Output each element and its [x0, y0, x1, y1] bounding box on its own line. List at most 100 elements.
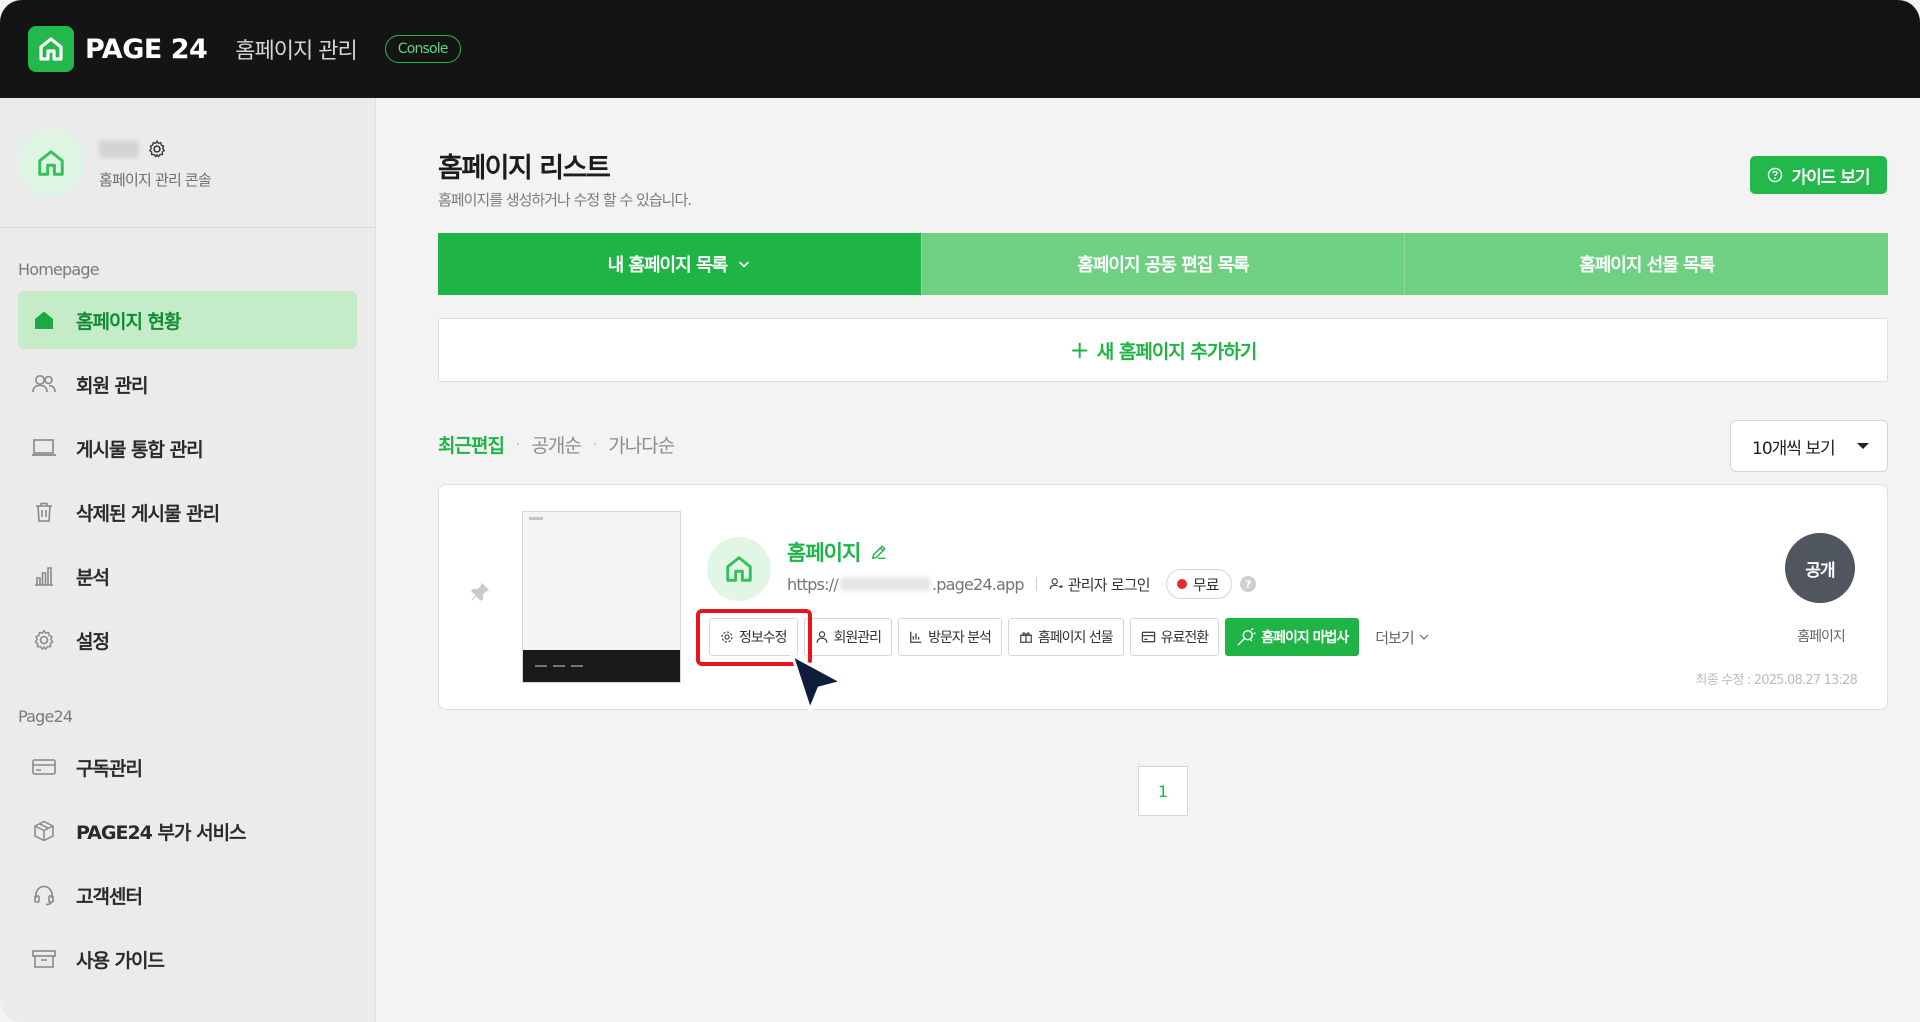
- sidebar-item-settings[interactable]: 설정: [18, 611, 357, 669]
- tab-my-homepages[interactable]: 내 홈페이지 목록: [438, 233, 922, 295]
- page24-logo-icon[interactable]: [28, 26, 74, 72]
- status-dot: [1176, 579, 1187, 589]
- thumbnail-footer: [523, 650, 680, 682]
- site-actions: 정보수정 회원관리 방문자 분석 홈페이지 선물 유료전환 홈페이지 마법사 더…: [709, 618, 1430, 656]
- section-label-homepage: Homepage: [18, 260, 100, 279]
- card-icon: [1141, 631, 1155, 643]
- sidebar-item-label: 게시물 통합 관리: [76, 438, 204, 461]
- avatar: [18, 129, 84, 196]
- public-status-caption: 홈페이지: [1797, 629, 1846, 645]
- pin-icon[interactable]: [469, 581, 491, 603]
- homepage-gift-button[interactable]: 홈페이지 선물: [1007, 618, 1124, 656]
- credit-card-icon: [30, 753, 58, 781]
- sort-recent[interactable]: 최근편집: [438, 431, 505, 458]
- tab-bar: 내 홈페이지 목록 홈페이지 공동 편집 목록 홈페이지 선물 목록: [438, 233, 1889, 295]
- mouse-cursor-icon: [790, 653, 844, 712]
- site-avatar: [707, 537, 771, 601]
- per-page-select[interactable]: 10개씩 보기: [1730, 420, 1888, 472]
- help-circle-icon: [1768, 167, 1783, 183]
- sidebar-item-label: 분석: [76, 566, 110, 589]
- pagination-page-1[interactable]: 1: [1138, 766, 1188, 816]
- visitor-analytics-button[interactable]: 방문자 분석: [898, 618, 1002, 656]
- sidebar-item-label: 홈페이지 현황: [76, 310, 181, 333]
- sidebar-item-label: PAGE24 부가 서비스: [76, 821, 247, 844]
- tab-label: 홈페이지 공동 편집 목록: [1077, 255, 1249, 276]
- archive-icon: [30, 945, 58, 973]
- site-thumbnail[interactable]: [522, 511, 681, 683]
- user-login-icon: [1049, 578, 1063, 590]
- sidebar-item-homepage-status[interactable]: 홈페이지 현황: [18, 291, 357, 349]
- tab-gift[interactable]: 홈페이지 선물 목록: [1405, 233, 1889, 295]
- site-card: 홈페이지 https:// .page24.app 관리자 로그인 무료 ? 정…: [438, 484, 1888, 710]
- guide-button[interactable]: 가이드 보기: [1750, 156, 1887, 194]
- sidebar-item-members[interactable]: 회원 관리: [18, 355, 357, 413]
- home-outline-icon: [726, 556, 752, 582]
- more-dropdown[interactable]: 더보기: [1375, 627, 1429, 648]
- caret-down-icon: [1857, 443, 1869, 449]
- sidebar-item-deleted-posts[interactable]: 삭제된 게시물 관리: [18, 483, 357, 541]
- sidebar-item-analytics[interactable]: 분석: [18, 547, 357, 605]
- sidebar-item-customer-center[interactable]: 고객센터: [18, 866, 357, 924]
- profile-subtitle: 홈페이지 관리 콘솔: [99, 171, 212, 189]
- main-content: 홈페이지 리스트 홈페이지를 생성하거나 수정 할 수 있습니다. 가이드 보기…: [376, 98, 1920, 1022]
- admin-login-link[interactable]: 관리자 로그인: [1049, 574, 1151, 595]
- last-edit-timestamp: 최종 수정 : 2025.08.27 13:28: [1695, 673, 1858, 688]
- sidebar-item-user-guide[interactable]: 사용 가이드: [18, 930, 357, 988]
- action-label: 회원관리: [833, 630, 883, 646]
- site-url-prefix[interactable]: https://: [787, 575, 839, 594]
- logo-text[interactable]: PAGE 24: [85, 34, 208, 65]
- plus-icon: +: [1069, 336, 1090, 364]
- section-label-page24: Page24: [18, 707, 73, 726]
- bar-chart-icon: [30, 562, 58, 590]
- page-subtitle: 홈페이지를 생성하거나 수정 할 수 있습니다.: [438, 191, 692, 209]
- site-url-suffix[interactable]: .page24.app: [932, 575, 1025, 594]
- pencil-icon[interactable]: [870, 543, 888, 561]
- gear-icon[interactable]: [147, 139, 167, 159]
- divider: [1035, 577, 1037, 591]
- sort-separator: ·: [515, 436, 521, 453]
- site-url-row: https:// .page24.app 관리자 로그인 무료 ?: [787, 569, 1256, 599]
- homepage-wizard-button[interactable]: 홈페이지 마법사: [1225, 618, 1360, 656]
- action-label: 방문자 분석: [928, 630, 992, 646]
- add-homepage-label: 새 홈페이지 추가하기: [1096, 340, 1258, 363]
- sort-options: 최근편집 · 공개순 · 가나다순: [438, 431, 675, 458]
- plan-label: 무료: [1192, 575, 1220, 594]
- profile-section: 홈페이지 관리 콘솔: [0, 98, 375, 228]
- plan-badge: 무료: [1165, 569, 1232, 599]
- sort-public[interactable]: 공개순: [531, 431, 581, 458]
- home-icon: [30, 306, 58, 334]
- sort-separator: ·: [592, 436, 598, 453]
- laptop-icon: [30, 434, 58, 462]
- help-icon[interactable]: ?: [1239, 576, 1256, 592]
- tab-co-edit[interactable]: 홈페이지 공동 편집 목록: [921, 233, 1406, 295]
- sidebar-item-label: 사용 가이드: [76, 949, 165, 972]
- site-name-text: 홈페이지: [787, 541, 861, 565]
- sidebar-item-subscription[interactable]: 구독관리: [18, 738, 357, 796]
- member-management-button[interactable]: 회원관리: [803, 618, 893, 656]
- add-homepage-button[interactable]: + 새 홈페이지 추가하기: [438, 318, 1888, 382]
- sidebar-item-posts[interactable]: 게시물 통합 관리: [18, 419, 357, 477]
- chevron-down-icon: [738, 261, 750, 268]
- admin-login-label: 관리자 로그인: [1067, 575, 1151, 594]
- upgrade-paid-button[interactable]: 유료전환: [1129, 618, 1220, 656]
- thumbnail-detail: [529, 517, 543, 520]
- sort-alphabetical[interactable]: 가나다순: [608, 431, 675, 458]
- console-badge: Console: [384, 35, 461, 63]
- site-name[interactable]: 홈페이지: [787, 537, 888, 567]
- top-bar: PAGE 24 홈페이지 관리 Console: [0, 0, 1920, 98]
- headset-icon: [30, 881, 58, 909]
- sidebar-item-label: 구독관리: [76, 757, 143, 780]
- chart-icon: [910, 631, 922, 643]
- sidebar-item-addon-services[interactable]: PAGE24 부가 서비스: [18, 802, 357, 860]
- page-title: 홈페이지 리스트: [438, 153, 611, 184]
- magic-wand-icon: [1237, 628, 1256, 646]
- sidebar-item-label: 회원 관리: [76, 374, 149, 397]
- public-status-toggle[interactable]: 공개: [1785, 533, 1855, 603]
- per-page-value: 10개씩 보기: [1752, 438, 1836, 459]
- gift-icon: [1020, 632, 1032, 643]
- guide-button-label: 가이드 보기: [1791, 167, 1870, 188]
- sidebar-item-label: 삭제된 게시물 관리: [76, 502, 220, 525]
- more-label: 더보기: [1375, 628, 1414, 647]
- sidebar: 홈페이지 관리 콘솔 Homepage 홈페이지 현황 회원 관리 게시물 통합…: [0, 98, 376, 1022]
- tab-label: 내 홈페이지 목록: [607, 255, 728, 276]
